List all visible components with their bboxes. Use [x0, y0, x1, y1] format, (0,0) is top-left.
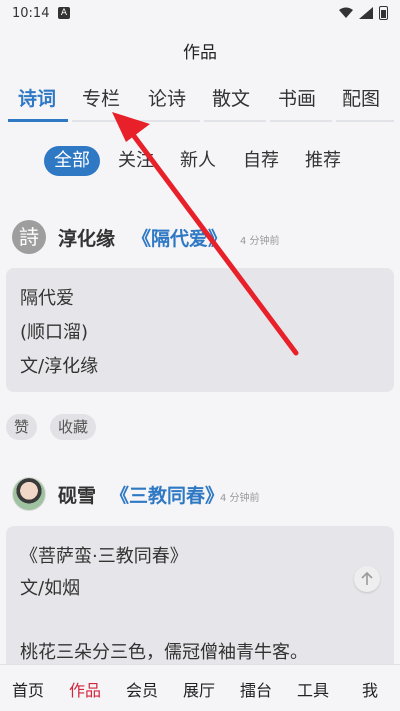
- avatar[interactable]: [12, 477, 46, 511]
- post-line: 隔代爱: [20, 288, 74, 309]
- status-icons: [339, 6, 388, 20]
- tab-divider: [336, 120, 394, 122]
- filter-self-recommended[interactable]: 自荐: [243, 146, 279, 176]
- tab-indicator: [8, 119, 68, 122]
- tab-prose[interactable]: 散文: [212, 84, 250, 111]
- tab-divider: [204, 120, 266, 122]
- arrow-up-icon: [361, 571, 373, 585]
- author-name[interactable]: 砚雪: [58, 481, 96, 508]
- like-button[interactable]: 赞: [6, 414, 38, 440]
- wifi-icon: [339, 7, 353, 18]
- nav-arena[interactable]: 擂台: [240, 677, 272, 701]
- nav-home[interactable]: 首页: [12, 677, 44, 701]
- author-name[interactable]: 淳化缘: [58, 224, 115, 251]
- tab-calligraphy[interactable]: 书画: [278, 84, 316, 111]
- status-bar: 10:14 A: [0, 0, 400, 28]
- post-time: 4 分钟前: [240, 236, 280, 247]
- post-card[interactable]: 隔代爱 (顺口溜) 文/淳化缘: [6, 268, 394, 392]
- battery-icon: [379, 6, 388, 20]
- post-title[interactable]: 《三教同春》: [110, 481, 224, 508]
- tab-illustration[interactable]: 配图: [342, 84, 380, 111]
- filter-newcomers[interactable]: 新人: [180, 146, 216, 176]
- tab-divider: [138, 120, 200, 122]
- tab-poetry-review[interactable]: 论诗: [148, 84, 186, 111]
- nav-gallery[interactable]: 展厅: [183, 677, 215, 701]
- post-title[interactable]: 《隔代爱》: [132, 224, 227, 251]
- filter-bar: 全部 关注 新人 自荐 推荐: [0, 146, 400, 178]
- notification-icon: A: [58, 7, 70, 19]
- page-title: 作品: [183, 43, 217, 63]
- status-time: 10:14: [12, 6, 50, 21]
- nav-members[interactable]: 会员: [126, 677, 158, 701]
- filter-following[interactable]: 关注: [118, 146, 154, 176]
- signal-icon: [359, 7, 373, 19]
- nav-works[interactable]: 作品: [69, 677, 101, 701]
- top-tabs: 诗词 专栏 论诗 散文 书画 配图: [0, 80, 400, 124]
- nav-tools[interactable]: 工具: [297, 677, 329, 701]
- post-header[interactable]: 詩 淳化缘 《隔代爱》 4 分钟前: [12, 220, 392, 256]
- favorite-button[interactable]: 收藏: [50, 414, 97, 440]
- filter-recommended[interactable]: 推荐: [305, 146, 341, 176]
- post-line: (顺口溜): [20, 322, 89, 343]
- post-line: 桃花三朵分三色，儒冠僧袖青牛客。: [20, 642, 308, 663]
- bottom-nav: 首页 作品 会员 展厅 擂台 工具 我: [0, 664, 400, 711]
- post-header[interactable]: 砚雪 《三教同春》 4 分钟前: [12, 477, 392, 513]
- post-time: 4 分钟前: [220, 493, 260, 504]
- scroll-to-top-button[interactable]: [354, 566, 380, 592]
- tab-divider: [270, 120, 332, 122]
- tab-poetry[interactable]: 诗词: [18, 84, 56, 111]
- tab-column[interactable]: 专栏: [82, 84, 120, 111]
- post-card[interactable]: 《菩萨蛮·三教同春》 文/如烟 桃花三朵分三色，儒冠僧袖青牛客。: [6, 526, 394, 664]
- avatar[interactable]: 詩: [12, 220, 46, 254]
- nav-me[interactable]: 我: [362, 677, 378, 701]
- post-line: 文/如烟: [20, 578, 81, 599]
- filter-all[interactable]: 全部: [44, 146, 100, 176]
- post-line: 文/淳化缘: [20, 356, 99, 377]
- post-line: 《菩萨蛮·三教同春》: [20, 546, 188, 567]
- tab-divider: [72, 120, 134, 122]
